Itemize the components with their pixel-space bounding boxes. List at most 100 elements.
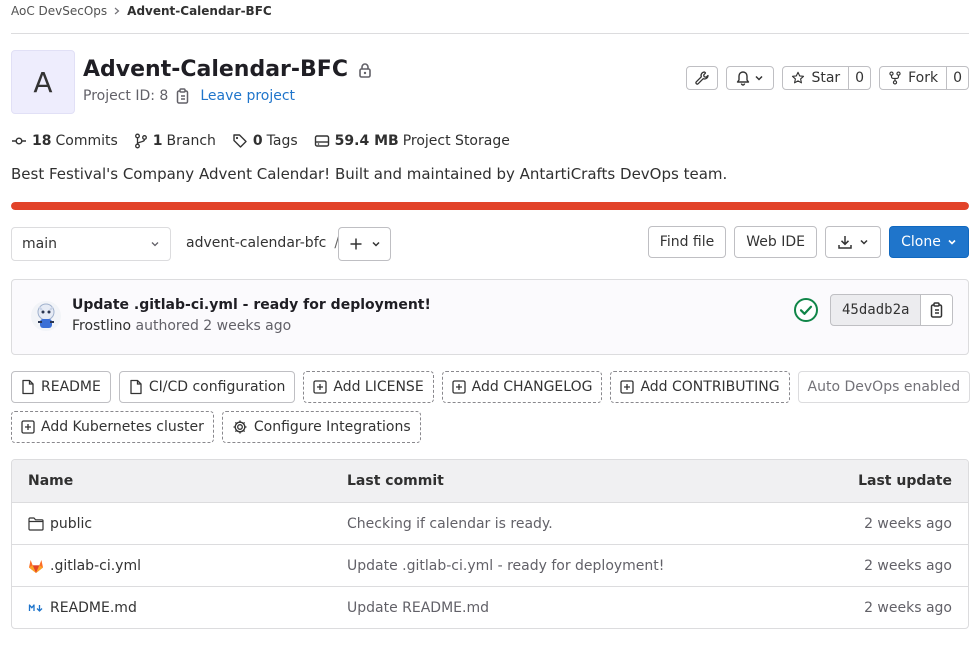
repository-actions: Find file Web IDE Clone bbox=[647, 226, 969, 258]
file-last-commit[interactable]: Update README.md bbox=[347, 587, 489, 628]
file-last-commit[interactable]: Update .gitlab-ci.yml - ready for deploy… bbox=[347, 545, 664, 586]
branches-count: 1 bbox=[152, 133, 163, 149]
branches-label: Branch bbox=[166, 133, 216, 149]
lock-icon bbox=[359, 62, 371, 78]
star-count[interactable]: 0 bbox=[848, 67, 870, 89]
commits-label: Commits bbox=[55, 133, 118, 149]
clone-dropdown[interactable]: Clone bbox=[889, 226, 969, 258]
table-row[interactable]: .gitlab-ci.yml Update .gitlab-ci.yml - r… bbox=[12, 544, 968, 586]
plus-icon bbox=[350, 238, 361, 250]
web-ide-button[interactable]: Web IDE bbox=[734, 226, 817, 258]
table-row[interactable]: public Checking if calendar is ready. 2 … bbox=[12, 502, 968, 544]
file-icon bbox=[130, 379, 142, 395]
path-root-link[interactable]: advent-calendar-bfc bbox=[186, 235, 326, 251]
plus-square-icon bbox=[21, 420, 35, 434]
chevron-down-icon bbox=[755, 75, 763, 81]
add-kubernetes-cluster-button[interactable]: Add Kubernetes cluster bbox=[11, 411, 214, 443]
plus-square-icon bbox=[313, 380, 328, 394]
project-avatar-letter: A bbox=[33, 65, 53, 99]
commit-sha-group: 45dadb2a bbox=[830, 294, 954, 326]
configure-integrations-button[interactable]: Configure Integrations bbox=[221, 411, 421, 443]
bell-icon bbox=[737, 71, 750, 86]
column-header-last-update: Last update bbox=[858, 473, 952, 489]
settings-button[interactable] bbox=[686, 66, 719, 90]
branch-selector[interactable]: main bbox=[11, 227, 171, 261]
cicd-configuration-button[interactable]: CI/CD configuration bbox=[118, 371, 296, 403]
commit-author-link[interactable]: Frostlino bbox=[72, 318, 131, 334]
project-avatar[interactable]: A bbox=[11, 50, 75, 114]
pipeline-passed-icon[interactable] bbox=[793, 297, 819, 323]
add-license-button[interactable]: Add LICENSE bbox=[303, 371, 434, 403]
readme-label: README bbox=[41, 379, 101, 395]
storage-size: 59.4 MB bbox=[334, 133, 399, 149]
tags-label: Tags bbox=[266, 133, 298, 149]
tag-icon bbox=[233, 134, 247, 148]
file-last-update: 2 weeks ago bbox=[864, 557, 952, 574]
commit-sha-link[interactable]: 45dadb2a bbox=[831, 295, 920, 325]
find-file-button[interactable]: Find file bbox=[647, 226, 727, 258]
copy-project-id-button[interactable] bbox=[176, 88, 190, 104]
plus-square-icon bbox=[620, 380, 635, 394]
file-name-cell[interactable]: public bbox=[28, 503, 92, 544]
chevron-down-icon bbox=[948, 239, 956, 245]
column-header-last-commit: Last commit bbox=[347, 473, 444, 489]
gitlab-icon bbox=[29, 559, 43, 573]
fork-count[interactable]: 0 bbox=[946, 67, 968, 89]
tags-link[interactable]: 0 Tags bbox=[232, 133, 298, 149]
add-changelog-label: Add CHANGELOG bbox=[471, 379, 593, 395]
fork-label: Fork bbox=[908, 70, 939, 86]
star-icon bbox=[792, 71, 805, 84]
branch-name: main bbox=[22, 236, 57, 252]
chevron-down-icon bbox=[860, 239, 868, 245]
download-dropdown[interactable] bbox=[825, 226, 881, 258]
table-row[interactable]: README.md Update README.md 2 weeks ago bbox=[12, 586, 968, 628]
commit-icon bbox=[12, 137, 26, 145]
commits-link[interactable]: 18 Commits bbox=[11, 133, 118, 149]
readme-button[interactable]: README bbox=[11, 371, 111, 403]
branches-link[interactable]: 1 Branch bbox=[134, 133, 216, 149]
add-contributing-label: Add CONTRIBUTING bbox=[640, 379, 780, 395]
add-changelog-button[interactable]: Add CHANGELOG bbox=[441, 371, 603, 403]
notifications-dropdown[interactable] bbox=[726, 66, 775, 90]
gear-icon bbox=[233, 420, 247, 434]
tags-count: 0 bbox=[252, 133, 263, 149]
add-contributing-button[interactable]: Add CONTRIBUTING bbox=[610, 371, 790, 403]
commit-authored-label: authored bbox=[135, 318, 199, 334]
file-last-update: 2 weeks ago bbox=[864, 515, 952, 532]
copy-sha-button[interactable] bbox=[920, 295, 953, 325]
file-name[interactable]: .gitlab-ci.yml bbox=[50, 558, 141, 574]
author-avatar[interactable] bbox=[30, 300, 62, 332]
cicd-configuration-label: CI/CD configuration bbox=[148, 379, 286, 395]
language-bar-segment bbox=[11, 202, 969, 210]
file-name[interactable]: README.md bbox=[50, 600, 137, 616]
header-divider bbox=[11, 33, 969, 34]
project-stats: 18 Commits 1 Branch 0 Tags 59.4 MB Proje… bbox=[11, 133, 526, 149]
project-meta: Project ID: 8 Leave project bbox=[83, 88, 295, 104]
fork-button[interactable]: Fork 0 bbox=[879, 66, 969, 90]
project-header-actions: Star 0 Fork 0 bbox=[686, 66, 969, 90]
file-last-commit[interactable]: Checking if calendar is ready. bbox=[347, 503, 553, 544]
auto-devops-enabled-button[interactable]: Auto DevOps enabled bbox=[797, 371, 971, 403]
project-name: Advent-Calendar-BFC bbox=[83, 57, 348, 82]
configure-integrations-label: Configure Integrations bbox=[253, 419, 411, 435]
file-name[interactable]: public bbox=[50, 516, 92, 532]
breadcrumb-project-link[interactable]: Advent-Calendar-BFC bbox=[127, 4, 272, 18]
star-button[interactable]: Star 0 bbox=[782, 66, 872, 90]
chevron-right-icon bbox=[114, 7, 120, 15]
leave-project-link[interactable]: Leave project bbox=[200, 88, 295, 104]
storage-link[interactable]: 59.4 MB Project Storage bbox=[314, 133, 510, 149]
repository-language-bar[interactable] bbox=[11, 202, 969, 210]
star-label: Star bbox=[811, 70, 841, 86]
storage-label: Project Storage bbox=[402, 133, 510, 149]
commit-title-link[interactable]: Update .gitlab-ci.yml - ready for deploy… bbox=[72, 297, 431, 313]
breadcrumb-group-link[interactable]: AoC DevSecOps bbox=[11, 4, 107, 18]
commits-count: 18 bbox=[32, 133, 52, 149]
copy-icon bbox=[930, 302, 943, 318]
project-description: Best Festival's Company Advent Calendar!… bbox=[11, 165, 728, 183]
file-icon bbox=[22, 379, 34, 395]
add-to-tree-dropdown[interactable] bbox=[338, 227, 391, 261]
chevron-down-icon bbox=[151, 242, 159, 247]
file-name-cell[interactable]: .gitlab-ci.yml bbox=[28, 545, 141, 586]
add-kubernetes-cluster-label: Add Kubernetes cluster bbox=[41, 419, 204, 435]
file-name-cell[interactable]: README.md bbox=[28, 587, 137, 628]
